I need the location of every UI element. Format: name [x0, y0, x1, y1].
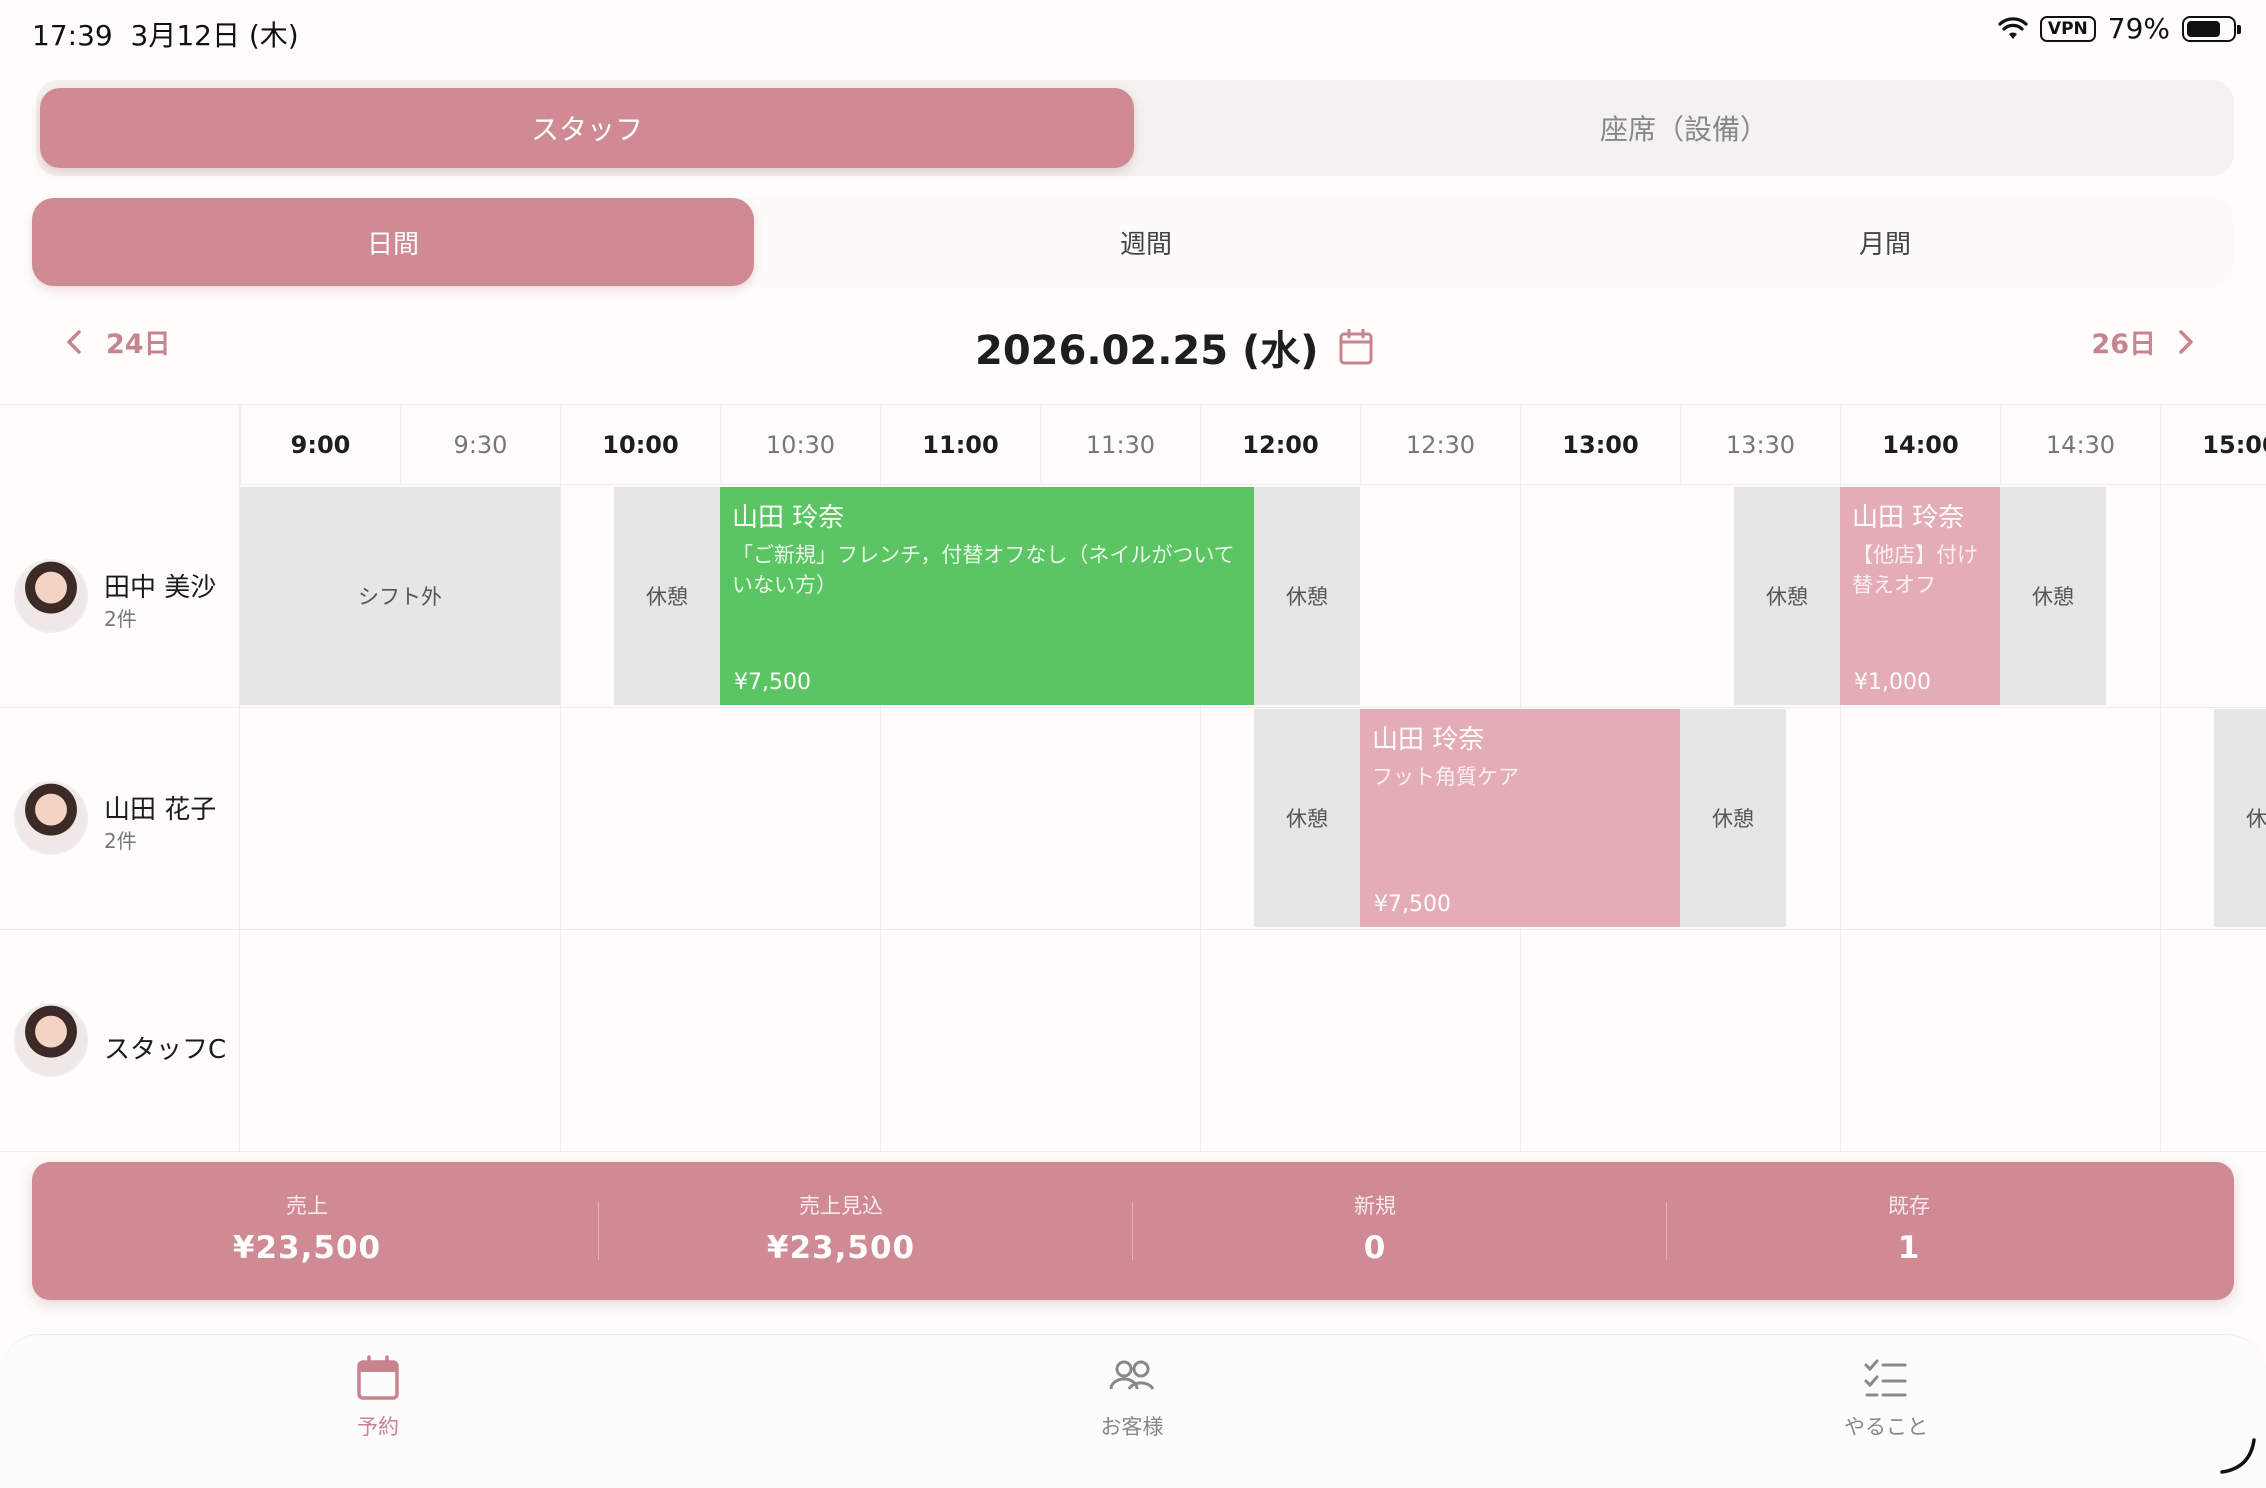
prev-day-label: 24日 — [106, 329, 171, 360]
avatar — [14, 1003, 88, 1077]
tab-label: 予約 — [357, 1415, 399, 1439]
calendar-icon — [357, 1355, 399, 1400]
summary-value: 1 — [1897, 1230, 1921, 1266]
appointment-price: ¥7,500 — [734, 670, 811, 695]
status-time: 17:39 3月12日 (木) — [32, 19, 299, 52]
time-label: 11:00 — [880, 405, 1040, 485]
time-label: 10:30 — [720, 405, 880, 485]
break-block[interactable]: 休憩 — [1680, 709, 1786, 927]
grid-line — [2160, 485, 2161, 1152]
appointment-block[interactable]: 山田 玲奈 【他店】付け替えオフ ¥1,000 — [1840, 487, 2000, 705]
time-label: 9:30 — [400, 405, 560, 485]
appointment-block[interactable]: 山田 玲奈 「ご新規」フレンチ，付替オフなし（ネイルがついていない方） ¥7,5… — [720, 487, 1254, 705]
summary-value: 0 — [1363, 1230, 1387, 1266]
tab-customers[interactable]: お客様 — [1032, 1355, 1232, 1441]
view-segmented-control: 日間 週間 月間 — [32, 198, 2234, 288]
staff-booking-count: 2件 — [104, 607, 137, 631]
tab-reservations[interactable]: 予約 — [278, 1355, 478, 1441]
avatar — [14, 559, 88, 633]
summary-label: 新規 — [1354, 1194, 1396, 1218]
wifi-icon — [1998, 16, 2028, 39]
summary-label: 売上見込 — [799, 1194, 883, 1218]
appointment-block[interactable]: 山田 玲奈 フット角質ケア ¥7,500 — [1360, 709, 1680, 927]
staff-name: 山田 花子 — [104, 795, 217, 825]
summary-existing-customers: 既存 1 — [1634, 1162, 2184, 1300]
summary-new-customers: 新規 0 — [1100, 1162, 1650, 1300]
tab-label: お客様 — [1100, 1415, 1164, 1439]
time-label: 15:00 — [2160, 405, 2266, 485]
tab-label: やること — [1844, 1415, 1928, 1439]
resize-handle-icon — [2220, 1438, 2256, 1474]
appointment-customer: 山田 玲奈 — [1372, 725, 1485, 755]
time-label: 12:30 — [1360, 405, 1520, 485]
break-block[interactable]: 休憩 — [1734, 487, 1840, 705]
time-label: 11:30 — [1040, 405, 1200, 485]
row-divider — [0, 707, 2266, 708]
avatar — [14, 781, 88, 855]
tab-monthly[interactable]: 月間 — [1536, 198, 2234, 286]
tab-daily[interactable]: 日間 — [32, 198, 754, 286]
bottom-tab-bar: 予約 お客様 やること — [0, 1334, 2266, 1488]
status-bar: 17:39 3月12日 (木) VPN 79% — [0, 0, 2266, 62]
break-block[interactable]: 休憩 — [1254, 487, 1360, 705]
sales-summary: 売上 ¥23,500 売上見込 ¥23,500 新規 0 既存 1 — [32, 1162, 2234, 1300]
time-label: 12:00 — [1200, 405, 1360, 485]
time-label: 10:00 — [560, 405, 720, 485]
summary-value: ¥23,500 — [232, 1230, 382, 1266]
status-indicators: VPN 79% — [1998, 12, 2241, 45]
staff-name: 田中 美沙 — [104, 573, 217, 603]
row-divider — [0, 1151, 2266, 1152]
date-title[interactable]: 2026.02.25 (水) — [975, 318, 1373, 376]
break-block[interactable]: 休憩 — [614, 487, 720, 705]
tab-seat-equipment[interactable]: 座席（設備） — [1138, 88, 2230, 168]
staff-booking-count: 2件 — [104, 829, 137, 853]
people-icon — [1109, 1360, 1155, 1390]
resource-segmented-control: スタッフ 座席（設備） — [36, 80, 2234, 176]
next-day-button[interactable]: 26日 — [2091, 322, 2194, 361]
time-header: 9:00 9:30 10:00 10:30 11:00 11:30 12:00 … — [240, 405, 2266, 485]
appointment-menu: フット角質ケア — [1372, 765, 1519, 789]
appointment-price: ¥1,000 — [1854, 670, 1931, 695]
battery-icon — [2182, 15, 2241, 42]
time-label: 13:00 — [1520, 405, 1680, 485]
chevron-left-icon — [67, 329, 81, 354]
staff-row-c[interactable]: スタッフC — [0, 929, 238, 1151]
break-block[interactable]: 休憩 — [2000, 487, 2106, 705]
checklist-icon — [1864, 1359, 1907, 1397]
next-day-label: 26日 — [2091, 329, 2156, 360]
time-label: 13:30 — [1680, 405, 1840, 485]
battery-percent: 79% — [2107, 12, 2170, 45]
break-block[interactable]: 休憩 — [1254, 709, 1360, 927]
appointment-customer: 山田 玲奈 — [732, 503, 845, 533]
staff-name: スタッフC — [104, 1035, 227, 1065]
vpn-badge: VPN — [2039, 15, 2096, 42]
time-label: 14:00 — [1840, 405, 2000, 485]
prev-day-button[interactable]: 24日 — [66, 322, 171, 361]
tab-weekly[interactable]: 週間 — [796, 198, 1496, 286]
tab-todo[interactable]: やること — [1786, 1355, 1986, 1441]
break-block[interactable]: 休憩 — [2214, 709, 2266, 927]
appointment-price: ¥7,500 — [1374, 892, 1451, 917]
time-label: 14:30 — [2000, 405, 2160, 485]
summary-expected-sales: 売上見込 ¥23,500 — [566, 1162, 1116, 1300]
time-label: 9:00 — [240, 405, 400, 485]
calendar-icon[interactable] — [1339, 329, 1373, 365]
row-divider — [0, 929, 2266, 930]
staff-row-tanaka[interactable]: 田中 美沙 2件 — [0, 485, 238, 707]
tab-staff[interactable]: スタッフ — [40, 88, 1134, 168]
summary-label: 既存 — [1888, 1194, 1930, 1218]
current-date: 2026.02.25 (水) — [975, 328, 1319, 374]
appointment-menu: 「ご新規」フレンチ，付替オフなし（ネイルがついていない方） — [732, 543, 1235, 597]
appointment-menu: 【他店】付け替えオフ — [1852, 543, 1978, 597]
grid-line — [560, 485, 561, 1152]
schedule-grid: 9:00 9:30 10:00 10:30 11:00 11:30 12:00 … — [0, 404, 2266, 1152]
summary-label: 売上 — [286, 1194, 328, 1218]
chevron-right-icon — [2179, 329, 2193, 354]
summary-value: ¥23,500 — [766, 1230, 916, 1266]
appointment-customer: 山田 玲奈 — [1852, 503, 1965, 533]
staff-row-yamada[interactable]: 山田 花子 2件 — [0, 707, 238, 929]
summary-sales: 売上 ¥23,500 — [32, 1162, 582, 1300]
off-shift-block[interactable]: シフト外 — [240, 487, 560, 705]
